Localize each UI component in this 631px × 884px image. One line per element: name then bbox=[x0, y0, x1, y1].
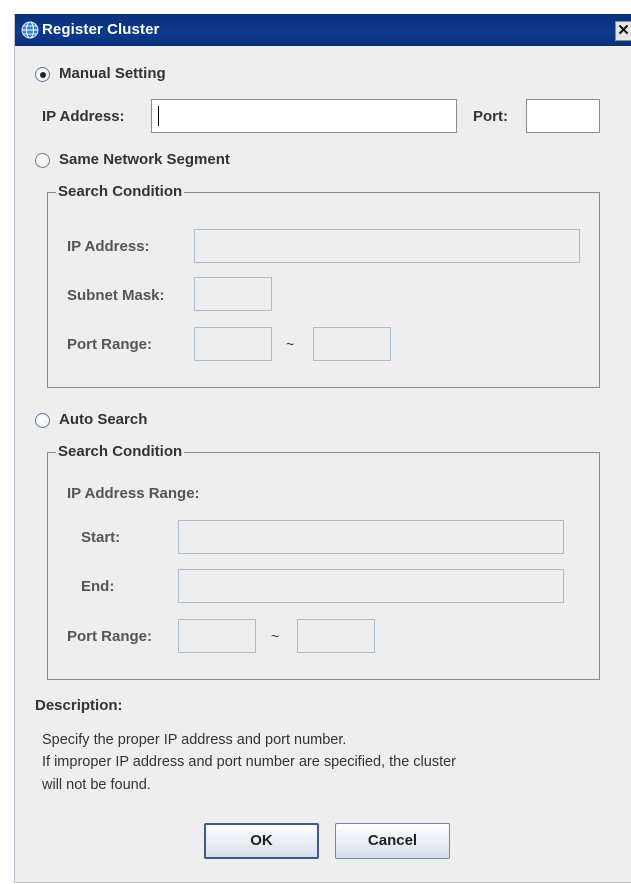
port-input[interactable] bbox=[526, 99, 600, 133]
close-button[interactable]: ✕ bbox=[615, 21, 631, 41]
segment-range-tilde: ~ bbox=[286, 336, 295, 352]
port-label: Port: bbox=[473, 108, 508, 125]
end-label: End: bbox=[81, 578, 115, 595]
start-label: Start: bbox=[81, 529, 121, 546]
auto-port-range-label: Port Range: bbox=[67, 628, 153, 645]
segment-port-range-start-input[interactable] bbox=[194, 327, 272, 361]
auto-port-range-start-input[interactable] bbox=[178, 619, 256, 653]
ip-address-input[interactable] bbox=[151, 99, 457, 133]
description-line: If improper IP address and port number a… bbox=[42, 754, 457, 770]
segment-ip-address-label: IP Address: bbox=[67, 238, 150, 255]
search-condition-legend: Search Condition bbox=[56, 183, 185, 201]
register-cluster-dialog: Register Cluster ✕ Manual Setting IP Add… bbox=[14, 14, 631, 883]
ip-address-label: IP Address: bbox=[42, 108, 125, 125]
description-line: Specify the proper IP address and port n… bbox=[42, 732, 347, 748]
auto-range-tilde: ~ bbox=[271, 628, 280, 644]
search-condition-legend: Search Condition bbox=[56, 443, 185, 461]
same-network-segment-label[interactable]: Same Network Segment bbox=[59, 151, 230, 168]
dialog-title: Register Cluster bbox=[42, 21, 160, 38]
auto-search-radio[interactable] bbox=[35, 413, 50, 428]
cancel-button[interactable]: Cancel bbox=[335, 823, 450, 859]
same-network-segment-radio[interactable] bbox=[35, 153, 50, 168]
ip-range-end-input[interactable] bbox=[178, 569, 564, 603]
ok-button[interactable]: OK bbox=[204, 823, 319, 859]
globe-icon bbox=[21, 21, 39, 39]
subnet-mask-input[interactable] bbox=[194, 277, 272, 311]
manual-setting-label[interactable]: Manual Setting bbox=[59, 65, 166, 82]
ip-address-range-label: IP Address Range: bbox=[67, 485, 200, 502]
segment-port-range-end-input[interactable] bbox=[313, 327, 391, 361]
segment-port-range-label: Port Range: bbox=[67, 336, 153, 353]
title-bar[interactable]: Register Cluster ✕ bbox=[15, 14, 631, 46]
radio-selected-dot bbox=[39, 71, 46, 78]
close-icon: ✕ bbox=[617, 22, 630, 39]
segment-ip-address-input[interactable] bbox=[194, 229, 580, 263]
auto-search-label[interactable]: Auto Search bbox=[59, 411, 147, 428]
description-heading: Description: bbox=[35, 697, 123, 714]
manual-setting-radio[interactable] bbox=[35, 67, 50, 82]
auto-port-range-end-input[interactable] bbox=[297, 619, 375, 653]
description-line: will not be found. bbox=[42, 777, 151, 793]
text-caret bbox=[158, 106, 159, 126]
ip-range-start-input[interactable] bbox=[178, 520, 564, 554]
subnet-mask-label: Subnet Mask: bbox=[67, 287, 165, 304]
